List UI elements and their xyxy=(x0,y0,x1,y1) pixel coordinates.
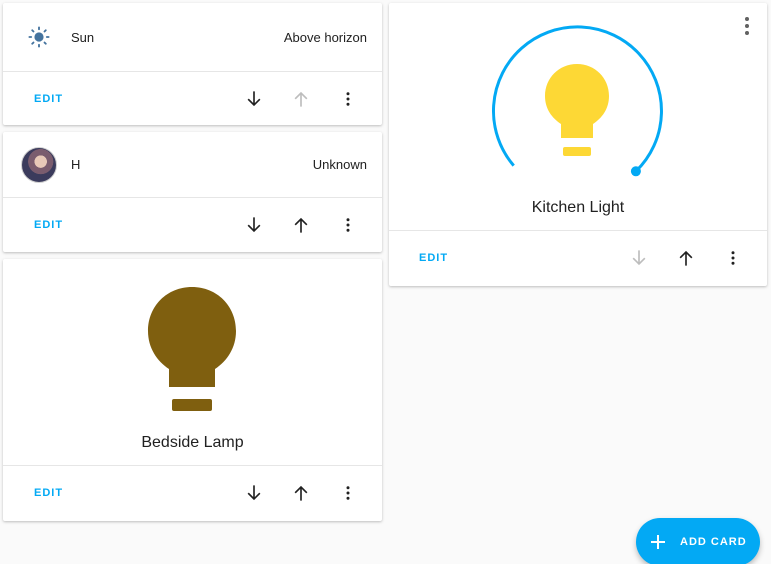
kitchen-light-card: Kitchen Light EDIT xyxy=(389,3,767,286)
more-vert-icon[interactable] xyxy=(336,213,360,237)
light-body: Kitchen Light xyxy=(389,3,767,231)
lightbulb-icon[interactable] xyxy=(147,286,237,414)
entity-row-sun[interactable]: Sun Above horizon xyxy=(3,3,382,72)
entity-state: Unknown xyxy=(312,157,367,172)
move-up-icon[interactable] xyxy=(289,481,313,505)
edit-button[interactable]: EDIT xyxy=(34,93,219,105)
move-down-icon[interactable] xyxy=(242,213,266,237)
add-card-button[interactable]: ADD CARD xyxy=(636,518,760,564)
edit-button[interactable]: EDIT xyxy=(34,487,219,499)
more-vert-icon[interactable] xyxy=(721,246,745,270)
entity-state: Above horizon xyxy=(283,29,367,45)
lightbulb-icon[interactable] xyxy=(544,63,610,159)
sun-icon xyxy=(21,19,57,55)
sun-entity-card: Sun Above horizon EDIT xyxy=(3,3,382,125)
plus-icon xyxy=(650,534,666,550)
person-entity-card: H Unknown EDIT xyxy=(3,132,382,252)
more-vert-icon[interactable] xyxy=(336,87,360,111)
light-name: Bedside Lamp xyxy=(141,434,244,451)
avatar-image xyxy=(21,146,57,183)
entity-name: H xyxy=(71,157,81,172)
edit-button[interactable]: EDIT xyxy=(34,219,219,231)
move-up-icon[interactable] xyxy=(289,213,313,237)
light-name: Kitchen Light xyxy=(531,199,625,216)
entity-name: Sun xyxy=(71,29,95,45)
move-down-icon[interactable] xyxy=(242,87,266,111)
add-card-label: ADD CARD xyxy=(680,536,747,548)
edit-button[interactable]: EDIT xyxy=(419,252,604,264)
card-options: EDIT xyxy=(389,231,767,285)
light-body: Bedside Lamp xyxy=(3,259,382,466)
bedside-lamp-card: Bedside Lamp EDIT xyxy=(3,259,382,521)
slider-handle[interactable] xyxy=(630,166,641,177)
more-vert-icon[interactable] xyxy=(336,481,360,505)
avatar xyxy=(21,146,57,183)
card-options: EDIT xyxy=(3,466,382,520)
card-options: EDIT xyxy=(3,198,382,252)
move-down-icon xyxy=(627,246,651,270)
more-info-icon[interactable] xyxy=(738,15,756,37)
entity-row-person[interactable]: H Unknown xyxy=(3,132,382,198)
move-up-icon xyxy=(289,87,313,111)
move-up-icon[interactable] xyxy=(674,246,698,270)
move-down-icon[interactable] xyxy=(242,481,266,505)
card-options: EDIT xyxy=(3,72,382,126)
